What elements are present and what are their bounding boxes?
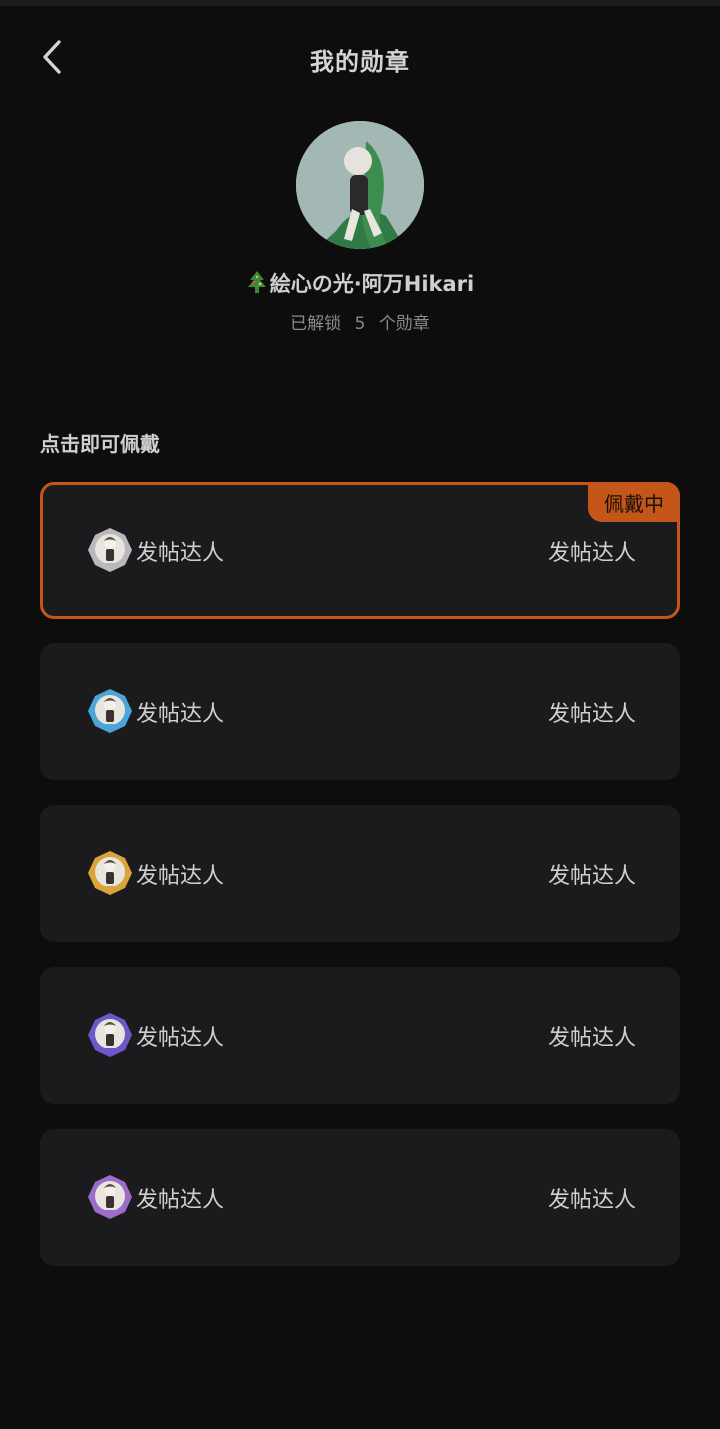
badge-name: 发帖达人 [136,864,225,889]
medal-icon [88,1013,132,1057]
section-title: 点击即可佩戴 [40,432,160,456]
badge-title: 发帖达人 [547,864,636,889]
badge-card[interactable]: 发帖达人 发帖达人 [40,805,680,942]
medal-icon [88,689,132,733]
badge-title: 发帖达人 [547,702,636,727]
badge-card[interactable]: 发帖达人 发帖达人 佩戴中 [40,482,680,619]
unlock-summary: 已解锁 5 个勋章 [0,309,720,334]
username: 絵心の光·阿万Hikari [0,268,720,298]
badge-name: 发帖达人 [136,1026,225,1051]
badge-name: 发帖达人 [136,702,225,727]
unlock-count: 5 [354,314,366,334]
medal-icon [88,851,132,895]
badge-name: 发帖达人 [136,1188,225,1213]
badge-card[interactable]: 发帖达人 发帖达人 [40,643,680,780]
status-bar [0,0,720,6]
badge-title: 发帖达人 [547,541,636,566]
badge-card[interactable]: 发帖达人 发帖达人 [40,1129,680,1266]
badge-card[interactable]: 发帖达人 发帖达人 [40,967,680,1104]
username-text: 絵心の光·阿万Hikari [269,272,475,296]
medal-icon [88,528,132,572]
christmas-tree-icon [247,271,266,293]
page-title: 我的勋章 [310,48,410,76]
badge-name: 发帖达人 [136,541,225,566]
avatar[interactable] [296,121,424,249]
unlock-prefix: 已解锁 [290,314,342,334]
unlock-suffix: 个勋章 [378,314,430,334]
avatar-image [296,121,424,249]
wearing-tag: 佩戴中 [588,482,680,522]
header: 我的勋章 [0,22,720,92]
badge-title: 发帖达人 [547,1188,636,1213]
medal-icon [88,1175,132,1219]
badge-title: 发帖达人 [547,1026,636,1051]
